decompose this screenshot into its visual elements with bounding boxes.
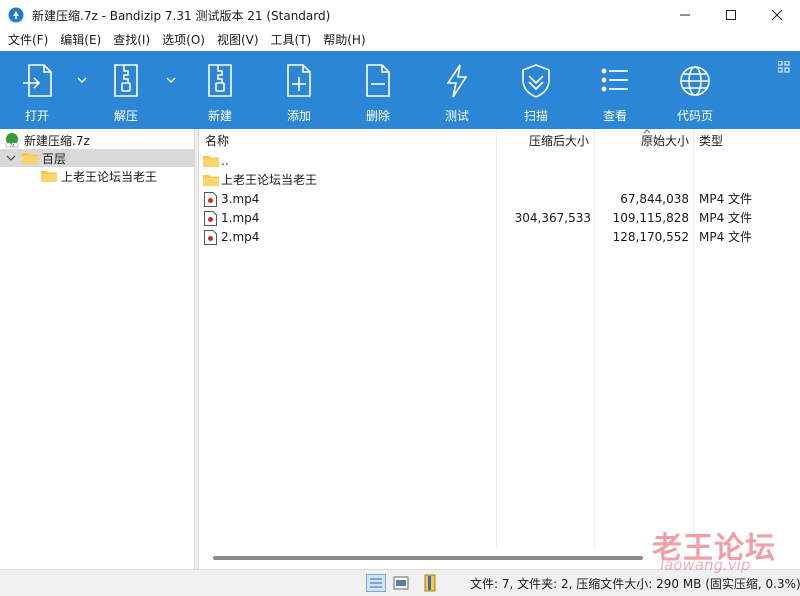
file-original-size: 128,170,552 (612, 230, 689, 244)
new-archive-icon (208, 64, 232, 97)
menu-find[interactable]: 查找(I) (107, 30, 156, 51)
folder-icon (203, 175, 219, 186)
file-original-size: 67,844,038 (620, 192, 689, 206)
codepage-label: 代码页 (676, 109, 713, 123)
open-button[interactable]: 打开 (10, 51, 64, 129)
view-button[interactable]: 查看 (588, 51, 642, 129)
add-button[interactable]: 添加 (272, 51, 326, 129)
scan-button[interactable]: 扫描 (509, 51, 563, 129)
watermark-url: laowang.vip (660, 556, 751, 574)
folder-icon (41, 171, 57, 182)
new-button[interactable]: 新建 (193, 51, 247, 129)
tree-root-folder-label: 百层 (42, 151, 67, 166)
file-packed-size: 304,367,533 (514, 211, 591, 225)
file-packed-size (497, 190, 591, 209)
close-button[interactable] (754, 0, 800, 30)
list-item[interactable]: 2.mp4 128,170,552 MP4 文件 (199, 228, 800, 247)
list-item[interactable]: 1.mp4 304,367,533 109,115,828 MP4 文件 (199, 209, 800, 228)
shield-icon (522, 64, 550, 98)
tree-item-root-folder[interactable]: 百层 (0, 149, 194, 167)
file-name: 3.mp4 (221, 192, 260, 206)
toolbar: 打开 解压 新建 添加 删除 测试 扫描 查看 代码页 (0, 51, 800, 129)
delete-label: 删除 (365, 109, 390, 123)
file-packed-size (497, 228, 591, 247)
list-item[interactable]: 3.mp4 67,844,038 MP4 文件 (199, 190, 800, 209)
menu-view[interactable]: 视图(V) (211, 30, 265, 51)
window-title: 新建压缩.7z - Bandizip 7.31 测试版本 21 (Standar… (32, 8, 331, 23)
file-type: MP4 文件 (699, 230, 753, 244)
minimize-icon (680, 14, 690, 16)
open-archive-icon (23, 64, 52, 97)
file-name: 1.mp4 (221, 211, 260, 225)
video-file-icon (204, 230, 217, 245)
details-view-icon[interactable] (366, 574, 386, 592)
archive-info-icon[interactable] (421, 574, 441, 592)
tree-item-archive[interactable]: 7z 新建压缩.7z (0, 131, 194, 149)
scan-label: 扫描 (523, 109, 548, 123)
file-name: 上老王论坛当老王 (221, 173, 318, 187)
open-dropdown-arrow-icon[interactable] (75, 73, 89, 87)
test-button[interactable]: 测试 (430, 51, 484, 129)
list-item[interactable]: 上老王论坛当老王 (199, 171, 800, 190)
maximize-icon (726, 10, 736, 20)
delete-button[interactable]: 删除 (351, 51, 405, 129)
tree-item-sub-folder[interactable]: 上老王论坛当老王 (0, 167, 194, 185)
add-file-icon (287, 64, 311, 97)
column-header-packed-size[interactable]: 压缩后大小 (529, 132, 589, 150)
folder-tree: 7z 新建压缩.7z 百层 上老王论坛当老王 (0, 129, 195, 569)
archive-7z-icon: 7z (5, 133, 19, 148)
menu-options[interactable]: 选项(O) (156, 30, 211, 51)
extract-zip-icon (114, 64, 138, 97)
file-type: MP4 文件 (699, 211, 753, 225)
chevron-down-icon[interactable] (6, 153, 16, 163)
video-file-icon (204, 211, 217, 226)
horizontal-scrollbar[interactable] (213, 556, 643, 560)
list-view-icon (601, 68, 628, 92)
file-list: 名称 压缩后大小 原始大小 类型 .. 上老王论坛当老王 3.mp4 67,84… (199, 129, 800, 569)
add-label: 添加 (286, 109, 311, 123)
file-name: 2.mp4 (221, 230, 260, 244)
folder-icon (203, 156, 219, 167)
column-header-original-size[interactable]: 原始大小 (641, 132, 689, 150)
extract-dropdown-arrow-icon[interactable] (164, 73, 178, 87)
svg-text:7z: 7z (10, 143, 15, 148)
menu-bar: 文件(F) 编辑(E) 查找(I) 选项(O) 视图(V) 工具(T) 帮助(H… (0, 30, 800, 51)
extract-button[interactable]: 解压 (99, 51, 153, 129)
video-file-icon (204, 192, 217, 207)
file-type: MP4 文件 (699, 192, 753, 206)
codepage-button[interactable]: 代码页 (668, 51, 722, 129)
status-text: 文件: 7, 文件夹: 2, 压缩文件大小: 290 MB (固实压缩, 0.3… (470, 577, 800, 591)
column-header-name[interactable]: 名称 (205, 132, 229, 150)
column-header-type[interactable]: 类型 (699, 132, 723, 150)
new-label: 新建 (207, 109, 232, 123)
menu-tools[interactable]: 工具(T) (265, 30, 318, 51)
preview-view-icon[interactable] (391, 574, 411, 592)
menu-file[interactable]: 文件(F) (2, 30, 54, 51)
file-original-size: 109,115,828 (612, 211, 689, 225)
list-item[interactable]: .. (199, 152, 800, 171)
delete-file-icon (366, 64, 390, 97)
tree-sub-folder-label: 上老王论坛当老王 (61, 169, 158, 184)
test-label: 测试 (444, 109, 469, 123)
minimize-button[interactable] (662, 0, 708, 30)
view-label: 查看 (602, 109, 627, 123)
folder-icon (22, 153, 38, 164)
open-label: 打开 (24, 109, 49, 123)
maximize-button[interactable] (708, 0, 754, 30)
menu-edit[interactable]: 编辑(E) (54, 30, 107, 51)
close-icon (772, 10, 782, 20)
lightning-icon (446, 64, 468, 98)
extract-label: 解压 (113, 109, 138, 123)
tree-archive-label: 新建压缩.7z (24, 133, 90, 148)
menu-help[interactable]: 帮助(H) (317, 30, 371, 51)
sort-arrow-icon (643, 129, 651, 134)
title-bar: 新建压缩.7z - Bandizip 7.31 测试版本 21 (Standar… (0, 0, 800, 30)
globe-icon (680, 66, 710, 96)
file-name: .. (221, 154, 229, 168)
layout-grid-icon[interactable] (778, 61, 790, 73)
bandizip-app-icon (8, 7, 24, 23)
